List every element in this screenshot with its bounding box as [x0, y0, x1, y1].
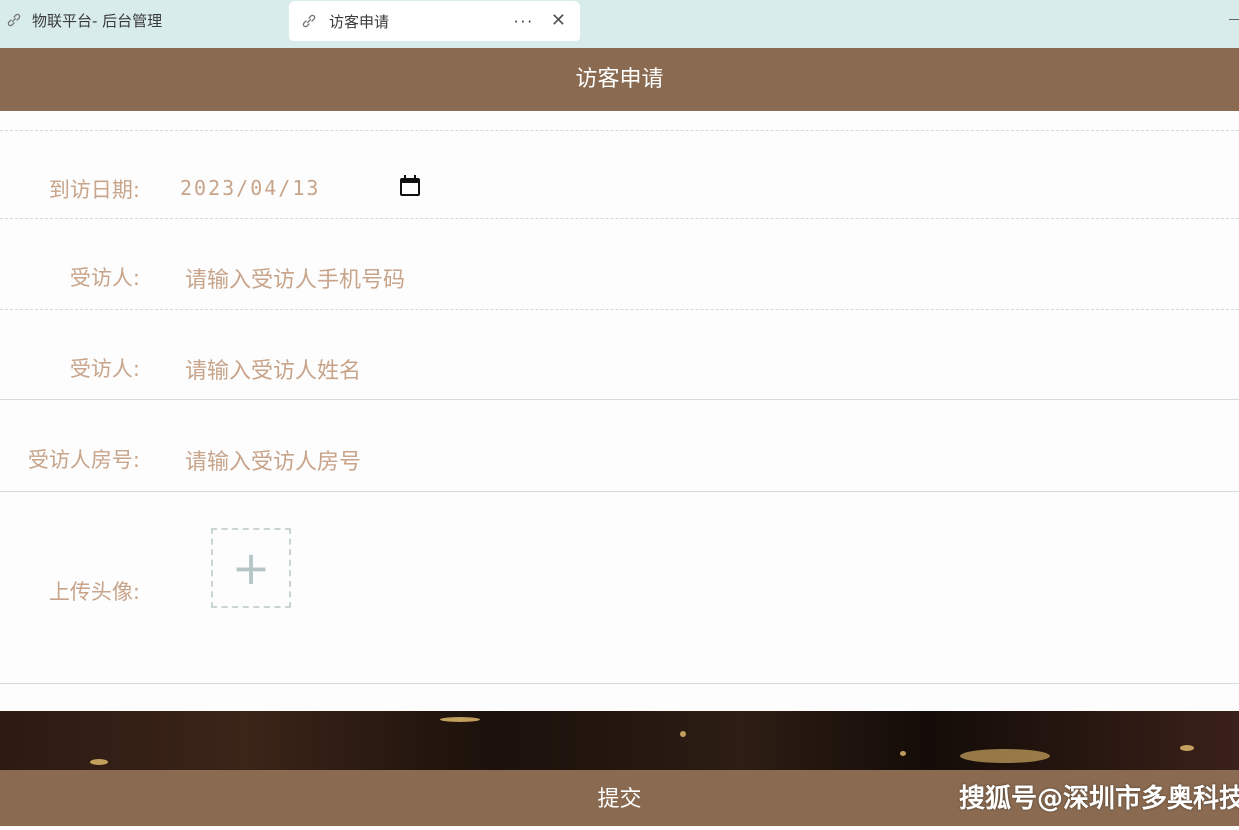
link-icon: [302, 14, 316, 28]
watermark: 搜狐号@深圳市多奥科技: [958, 784, 1239, 814]
link-icon: [7, 13, 21, 27]
visitor-form: [0, 111, 1239, 711]
background-photo: [0, 711, 1239, 770]
divider: [0, 309, 1239, 310]
tab-visitor-application[interactable]: 访客申请 ··· ✕: [289, 1, 580, 41]
divider: [0, 683, 1239, 684]
divider: [0, 130, 1239, 131]
divider: [0, 399, 1239, 400]
host-room-label: 受访人房号:: [27, 448, 140, 472]
minimize-icon[interactable]: [1229, 19, 1239, 20]
host-phone-input[interactable]: 请输入受访人手机号码: [185, 262, 405, 294]
close-icon[interactable]: ✕: [551, 10, 566, 31]
host-name-label: 受访人:: [69, 357, 140, 381]
host-room-input[interactable]: 请输入受访人房号: [185, 444, 361, 476]
visit-date-label: 到访日期:: [48, 178, 140, 202]
browser-tab-bar: 物联平台- 后台管理 访客申请 ··· ✕: [0, 0, 1239, 49]
avatar-label: 上传头像:: [48, 580, 140, 604]
host-name-input[interactable]: 请输入受访人姓名: [185, 353, 361, 385]
plus-icon: +: [231, 541, 271, 595]
avatar-upload-button[interactable]: +: [211, 528, 291, 608]
divider: [0, 491, 1239, 492]
tab-label: 访客申请: [329, 12, 390, 31]
tab-label: 物联平台- 后台管理: [32, 11, 163, 30]
page-title: 访客申请: [0, 48, 1239, 111]
divider: [0, 218, 1239, 219]
tab-admin[interactable]: 物联平台- 后台管理: [0, 0, 280, 40]
calendar-icon[interactable]: [398, 174, 422, 198]
host-phone-label: 受访人:: [69, 266, 140, 290]
more-options-icon[interactable]: ···: [514, 13, 534, 31]
visit-date-input[interactable]: 2023/04/13: [180, 176, 320, 200]
